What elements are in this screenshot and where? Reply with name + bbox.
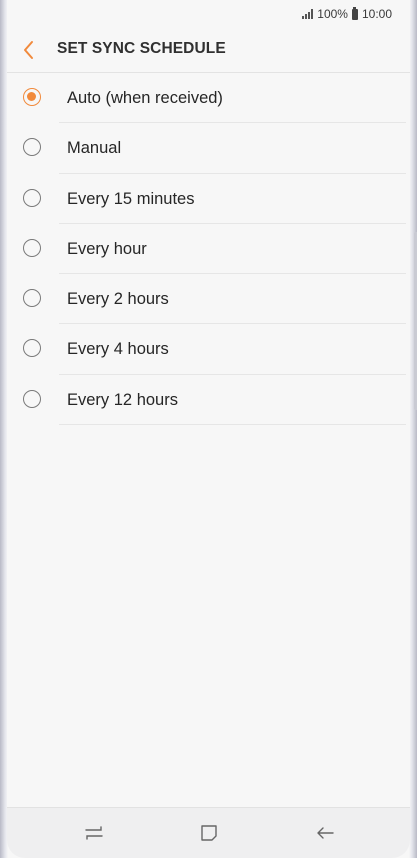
option-auto[interactable]: Auto (when received) [7,73,410,124]
back-nav-button[interactable] [313,821,337,845]
battery-icon [351,6,358,20]
app-bar: SET SYNC SCHEDULE [7,30,410,70]
option-label: Manual [67,139,122,158]
option-label: Every hour [67,239,147,258]
signal-icon [302,9,314,19]
status-bar: 100% 10:00 [7,0,410,28]
option-every-12-hours[interactable]: Every 12 hours [7,375,410,426]
radio-button[interactable] [23,238,41,257]
navigation-bar [7,807,410,858]
chevron-left-icon [24,41,33,59]
radio-button[interactable] [23,289,41,308]
sync-schedule-list: Auto (when received) Manual Every 15 min… [7,73,410,426]
option-every-hour[interactable]: Every hour [7,224,410,275]
page-title: SET SYNC SCHEDULE [57,40,226,57]
option-every-4-hours[interactable]: Every 4 hours [7,324,410,375]
option-every-15-minutes[interactable]: Every 15 minutes [7,174,410,224]
option-label: Auto (when received) [67,89,223,107]
radio-button[interactable] [23,188,41,207]
divider [59,424,406,426]
home-icon [201,825,217,841]
battery-percent: 100% [317,7,348,21]
option-manual[interactable]: Manual [7,123,410,174]
option-label: Every 4 hours [67,340,169,359]
option-label: Every 15 minutes [67,189,195,208]
radio-button[interactable] [23,88,41,106]
option-label: Every 2 hours [67,290,169,309]
option-label: Every 12 hours [67,390,178,409]
clock: 10:00 [361,7,392,21]
radio-button[interactable] [23,389,41,408]
radio-button[interactable] [23,138,41,157]
recent-apps-button[interactable] [82,821,106,845]
option-every-2-hours[interactable]: Every 2 hours [7,274,410,325]
recent-apps-icon [85,826,103,840]
radio-button[interactable] [23,339,41,358]
back-arrow-icon [317,827,334,839]
back-button[interactable] [17,38,41,62]
home-button[interactable] [197,821,221,845]
screen: 100% 10:00 SET SYNC SCHEDULE Auto (when … [7,0,410,858]
device-frame: 100% 10:00 SET SYNC SCHEDULE Auto (when … [0,0,417,858]
